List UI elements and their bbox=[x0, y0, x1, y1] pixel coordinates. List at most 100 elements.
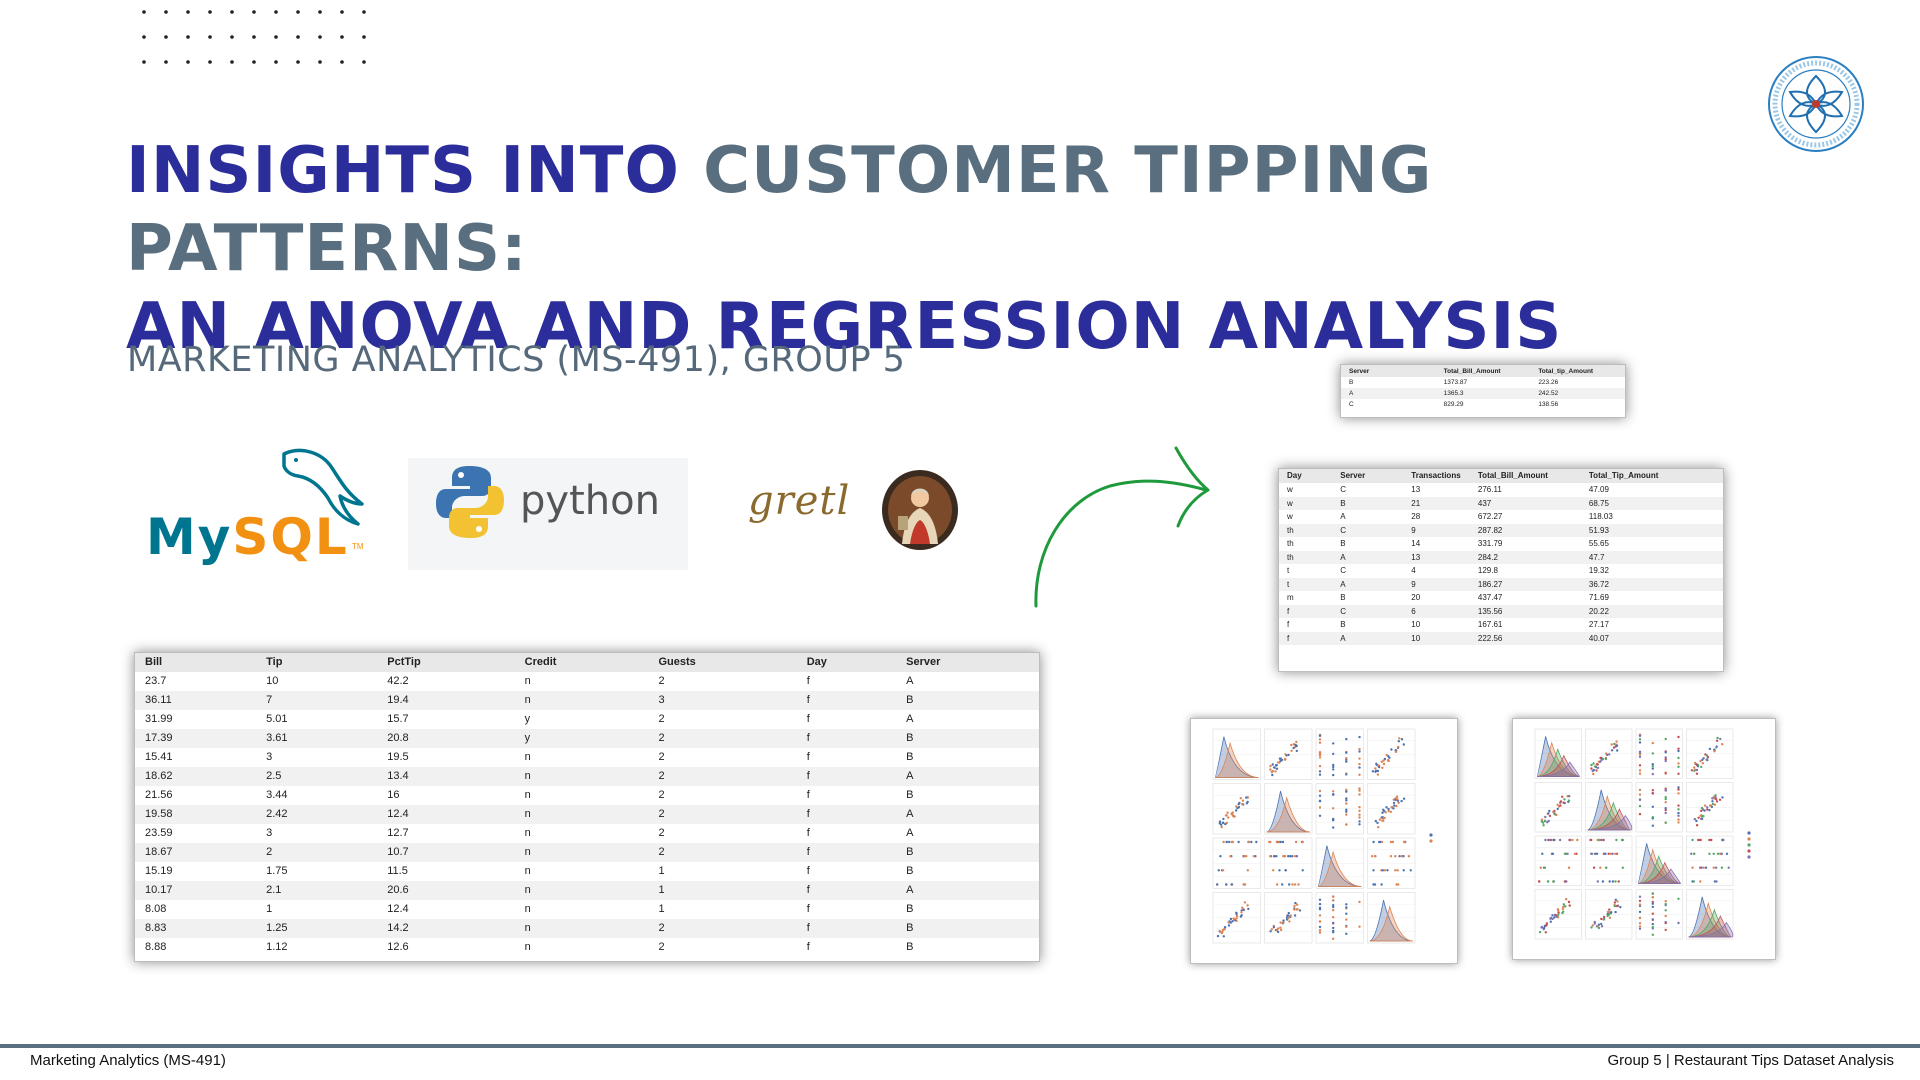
gretl-wordmark: gretl bbox=[748, 478, 851, 524]
scatter-point bbox=[1332, 826, 1335, 829]
scatter-point bbox=[1593, 852, 1597, 855]
scatter-point bbox=[1394, 750, 1398, 754]
scatter-point bbox=[1543, 866, 1547, 869]
scatter-point bbox=[1318, 773, 1322, 776]
scatter-point bbox=[1677, 749, 1680, 753]
scatter-point bbox=[1677, 756, 1680, 760]
table-cell: 1.75 bbox=[256, 862, 378, 881]
table-cell: n bbox=[514, 843, 649, 862]
table-cell: B bbox=[896, 919, 1039, 938]
scatter-point bbox=[1573, 852, 1577, 855]
scatter-point bbox=[1293, 855, 1297, 858]
scatter-point bbox=[1223, 926, 1227, 929]
scatter-point bbox=[1290, 743, 1293, 747]
scatter-point bbox=[1332, 899, 1335, 902]
table-cell: 31.99 bbox=[135, 710, 257, 729]
scatter-point bbox=[1220, 825, 1223, 829]
scatter-point bbox=[1677, 811, 1680, 815]
scatter-point bbox=[1559, 800, 1563, 803]
table-cell: n bbox=[514, 748, 649, 767]
scatter-point bbox=[1638, 910, 1642, 914]
scatter-point bbox=[1701, 762, 1704, 765]
footer-group-label: Group 5 | Restaurant Tips Dataset Analys… bbox=[1607, 1052, 1894, 1069]
table-cell: 28 bbox=[1403, 510, 1470, 524]
scatter-point bbox=[1381, 811, 1384, 814]
scatter-point bbox=[1695, 768, 1699, 772]
scatter-point bbox=[1376, 769, 1380, 773]
table-cell: 17.39 bbox=[135, 729, 257, 748]
scatter-point bbox=[1700, 806, 1704, 810]
scatter-point bbox=[1295, 903, 1299, 906]
scatter-point bbox=[1615, 904, 1619, 908]
table-cell: 10 bbox=[1403, 618, 1470, 632]
table-cell: 2 bbox=[648, 805, 797, 824]
table-cell: w bbox=[1279, 510, 1333, 524]
table-cell: 71.69 bbox=[1580, 591, 1723, 605]
scatter-point bbox=[1606, 910, 1610, 914]
table-cell: f bbox=[796, 691, 897, 710]
scatter-point bbox=[1615, 838, 1618, 842]
scatter-point bbox=[1345, 790, 1348, 793]
scatter-point bbox=[1226, 811, 1229, 814]
scatter-point bbox=[1377, 826, 1380, 829]
table-cell: n bbox=[514, 824, 649, 843]
column-header: Day bbox=[1279, 469, 1333, 483]
scatter-point bbox=[1621, 866, 1624, 869]
scatter-point bbox=[1318, 751, 1322, 754]
table-cell: 11.5 bbox=[377, 862, 515, 881]
scatter-point bbox=[1708, 852, 1711, 855]
scatter-point bbox=[1549, 920, 1552, 923]
gretl-image bbox=[882, 470, 958, 550]
scatter-point bbox=[1227, 921, 1230, 924]
scatter-point bbox=[1374, 767, 1377, 770]
scatter-point bbox=[1380, 840, 1384, 844]
table-cell: 276.11 bbox=[1469, 483, 1581, 497]
scatter-point bbox=[1290, 749, 1293, 752]
scatter-point bbox=[1711, 800, 1714, 803]
table-cell: 36.11 bbox=[135, 691, 257, 710]
scatter-point bbox=[1715, 739, 1719, 742]
scatter-point bbox=[1638, 916, 1642, 920]
table-row: 10.17 2.1 20.6 n 1 f A bbox=[135, 881, 1039, 900]
scatter-point bbox=[1247, 907, 1250, 911]
scatter-point bbox=[1358, 735, 1361, 739]
table-cell: C bbox=[1332, 604, 1404, 618]
scatter-point bbox=[1318, 920, 1322, 923]
scatter-point bbox=[1664, 821, 1667, 824]
scatter-point bbox=[1561, 795, 1564, 798]
scatter-point bbox=[1719, 852, 1722, 855]
scatter-point bbox=[1293, 914, 1297, 917]
scatter-point bbox=[1288, 920, 1291, 923]
table-cell: f bbox=[796, 805, 897, 824]
scatter-point bbox=[1557, 911, 1560, 914]
table-cell: B bbox=[896, 748, 1039, 767]
scatter-point bbox=[1704, 866, 1708, 869]
table-cell: f bbox=[796, 919, 897, 938]
scatter-point bbox=[1388, 756, 1391, 759]
scatter-point bbox=[1697, 816, 1700, 819]
scatter-point bbox=[1383, 869, 1387, 872]
scatter-point bbox=[1318, 738, 1322, 741]
table-cell: 129.8 bbox=[1469, 564, 1581, 578]
scatter-point bbox=[1225, 840, 1228, 844]
table-cell: 2 bbox=[648, 748, 797, 767]
scatter-point bbox=[1358, 816, 1361, 819]
scatter-point bbox=[1287, 753, 1290, 757]
scatter-point bbox=[1318, 794, 1322, 797]
table-cell: 15.41 bbox=[135, 748, 257, 767]
scatter-point bbox=[1542, 821, 1545, 824]
scatter-point bbox=[1402, 840, 1406, 844]
scatter-point bbox=[1664, 808, 1667, 812]
scatter-point bbox=[1276, 930, 1280, 934]
scatter-point bbox=[1591, 769, 1594, 773]
table-cell: 13 bbox=[1403, 550, 1470, 564]
scatter-point bbox=[1592, 762, 1595, 765]
scatter-point bbox=[1278, 869, 1281, 872]
scatter-point bbox=[1638, 755, 1642, 758]
table-cell: 14 bbox=[1403, 537, 1470, 551]
scatter-point bbox=[1218, 820, 1222, 823]
column-header: Transactions bbox=[1403, 469, 1470, 483]
table-row: m B 20 437.47 71.69 bbox=[1279, 591, 1723, 605]
scatter-point bbox=[1551, 914, 1554, 917]
scatter-point bbox=[1568, 904, 1571, 907]
